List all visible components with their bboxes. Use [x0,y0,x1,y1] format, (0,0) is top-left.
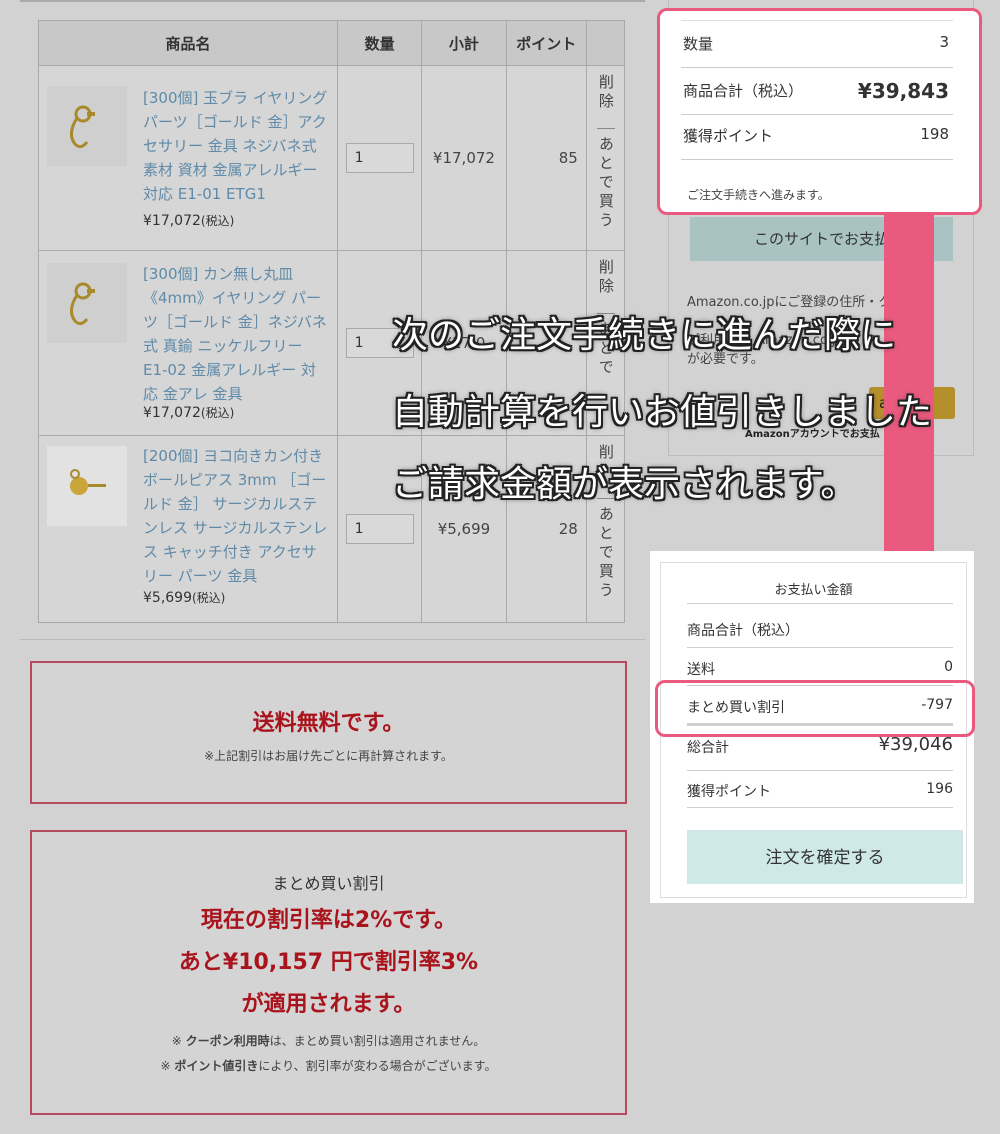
delete-button[interactable]: 削除 [587,74,625,116]
table-row: [300個] 玉ブラ イヤリングパーツ［ゴールド 金］アクセサリー 金具 ネジバ… [37,65,626,251]
header-quantity: 数量 [337,20,423,66]
bulk-discount-next: あと¥10,157 円で割引率3% [178,950,479,975]
cart-header-row: 商品名 数量 小計 ポイント [37,20,626,66]
payment-total-row: 総合計 ¥39,046 [687,734,953,757]
delete-button[interactable]: 削除 [587,259,625,301]
payment-shipping-label: 送料 [687,662,715,678]
product-cell: [200個] ヨコ向きカン付き ボールピアス 3mm ［ゴールド 金］ サージカ… [37,435,339,623]
quantity-input[interactable] [345,514,414,544]
summary-total-row: 商品合計（税込） ¥39,843 [683,78,949,104]
payment-title: お支払い金額 [774,583,853,598]
bulk-discount-apply: が適用されます。 [241,992,416,1017]
header-actions [585,20,626,66]
product-thumbnail[interactable] [47,86,127,166]
product-thumbnail[interactable] [47,446,127,526]
quantity-cell [337,65,423,251]
summary-qty-value: 3 [939,33,949,51]
payment-points-row: 獲得ポイント 196 [687,781,953,801]
earring-icon [70,105,95,149]
free-shipping-note: ※上記割引はお届け先ごとに再計算されます。 [204,749,453,763]
discount-highlight [655,680,975,737]
summary-points-label: 獲得ポイント [683,127,774,145]
site-pay-button[interactable]: このサイトでお支払 [690,217,953,261]
product-link[interactable]: [300個] 玉ブラ イヤリングパーツ［ゴールド 金］アクセサリー 金具 ネジバ… [143,86,328,206]
payment-subtotal-row: 商品合計（税込） [687,620,953,640]
summary-points-row: 獲得ポイント 198 [683,125,949,146]
product-cell: [300個] カン無し丸皿 《4mm》イヤリング パーツ［ゴールド 金］ネジバネ… [37,250,339,436]
divider [687,647,953,648]
product-unit-price: ¥17,072(税込) [143,213,235,229]
caption-line: 次のご注文手続きに進んだ際に [392,315,897,356]
divider [687,603,953,604]
coupon-note: ※ クーポン利用時は、まとめ買い割引は適用されません。 [171,1034,486,1048]
divider [681,114,953,115]
divider [681,67,953,68]
points-cell: 85 [505,65,587,251]
caption-line: 自動計算を行いお値引きしました [392,392,933,433]
divider [681,159,953,160]
divider [681,20,953,21]
divider [687,770,953,771]
earring-icon [70,469,106,495]
payment-shipping-row: 送料 0 [687,659,953,679]
product-link[interactable]: [200個] ヨコ向きカン付き ボールピアス 3mm ［ゴールド 金］ サージカ… [143,444,328,588]
header-subtotal: 小計 [421,20,507,66]
payment-total-label: 総合計 [687,740,729,756]
payment-points-label: 獲得ポイント [687,784,771,800]
confirm-order-button[interactable]: 注文を確定する [687,830,963,884]
free-shipping-notice: 送料無料です。 ※上記割引はお届け先ごとに再計算されます。 [30,661,627,804]
product-cell: [300個] 玉ブラ イヤリングパーツ［ゴールド 金］アクセサリー 金具 ネジバ… [37,65,339,251]
summary-points-value: 198 [920,125,949,143]
bulk-discount-notice: まとめ買い割引 現在の割引率は2%です。 あと¥10,157 円で割引率3% が… [30,830,627,1115]
save-for-later-button[interactable]: あとで買う [587,506,625,605]
points-note: ※ ポイント値引きにより、割引率が変わる場合がございます。 [160,1059,497,1073]
payment-subtotal-label: 商品合計（税込） [687,623,799,639]
earring-icon [70,282,95,326]
divider [596,128,615,129]
product-link[interactable]: [300個] カン無し丸皿 《4mm》イヤリング パーツ［ゴールド 金］ネジバネ… [143,262,328,406]
actions-cell: 削除 あとで買う [585,65,626,251]
divider [687,807,953,808]
product-thumbnail[interactable] [47,263,127,343]
summary-qty-row: 数量 3 [683,33,949,54]
bulk-discount-label: まとめ買い割引 [272,874,385,893]
bulk-discount-current: 現在の割引率は2%です。 [200,908,457,933]
payment-points-value: 196 [926,781,953,797]
summary-total-label: 商品合計（税込） [683,82,804,100]
proceed-text: ご注文手続きへ進みます。 [687,188,830,202]
cart-summary-box: 数量 3 商品合計（税込） ¥39,843 獲得ポイント 198 ご注文手続きへ… [657,8,982,215]
subtotal-cell: ¥17,072 [421,65,507,251]
caption-line: ご請求金額が表示されます。 [392,464,857,505]
free-shipping-title: 送料無料です。 [252,711,405,736]
payment-total-value: ¥39,046 [878,734,953,755]
save-for-later-button[interactable]: あとで買う [587,136,625,235]
product-unit-price: ¥17,072(税込) [143,405,235,421]
product-unit-price: ¥5,699(税込) [143,590,226,606]
payment-shipping-value: 0 [944,659,953,675]
header-points: ポイント [505,20,587,66]
summary-total-value: ¥39,843 [857,79,949,103]
quantity-input[interactable] [345,143,414,173]
header-product-name: 商品名 [37,20,339,66]
summary-qty-label: 数量 [683,35,714,53]
